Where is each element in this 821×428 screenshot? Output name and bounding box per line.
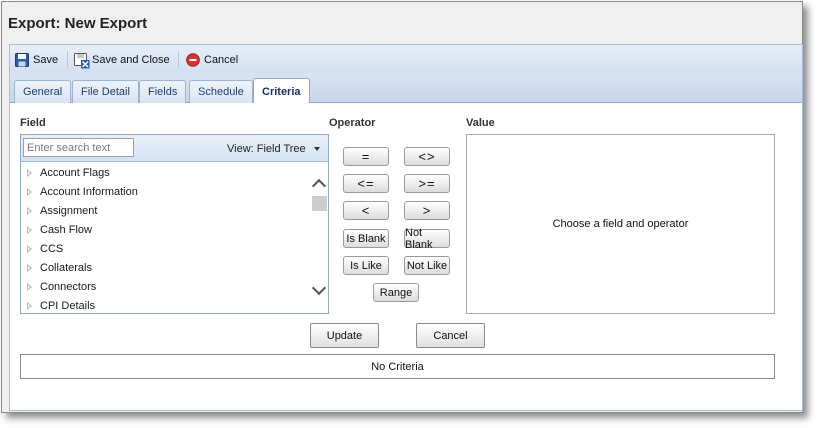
tree-item-collaterals[interactable]: Collaterals [21, 258, 311, 277]
cancel-toolbar-label: Cancel [204, 53, 239, 66]
scroll-up-icon[interactable] [311, 178, 327, 194]
tree-item-assignment[interactable]: Assignment [21, 201, 311, 220]
operator-is-like-button[interactable]: Is Like [343, 256, 389, 275]
cancel-toolbar-button[interactable]: Cancel [186, 51, 238, 68]
tab-general[interactable]: General [14, 80, 72, 103]
expand-triangle-icon[interactable] [27, 225, 32, 234]
tab-schedule[interactable]: Schedule [189, 80, 253, 103]
tree-item-cpi-details[interactable]: CPI Details [21, 296, 311, 313]
tab-criteria[interactable]: Criteria [253, 78, 310, 104]
expand-triangle-icon[interactable] [27, 301, 32, 310]
window-title: Export: New Export [8, 15, 148, 32]
expand-triangle-icon[interactable] [27, 206, 32, 215]
field-tree: Account Flags Account Information Assign… [21, 163, 311, 313]
tree-item-label: Collaterals [40, 261, 92, 274]
field-tree-scrollbar[interactable] [311, 163, 328, 313]
field-heading: Field [20, 117, 46, 129]
expand-triangle-icon[interactable] [27, 168, 32, 177]
scrollbar-thumb[interactable] [312, 196, 327, 211]
tree-item-label: CCS [40, 242, 64, 255]
cancel-button[interactable]: Cancel [416, 323, 485, 348]
save-and-close-button[interactable]: Save and Close [74, 51, 170, 68]
criteria-summary: No Criteria [20, 354, 775, 379]
view-dropdown[interactable]: View: Field Tree [227, 143, 320, 155]
save-close-icon [74, 52, 90, 68]
tree-item-label: Account Flags [40, 166, 110, 179]
criteria-status-text: No Criteria [371, 360, 424, 373]
field-tree-panel: View: Field Tree Account Flags Account I… [20, 134, 329, 314]
chevron-down-icon [313, 147, 320, 151]
tree-item-connectors[interactable]: Connectors [21, 277, 311, 296]
tree-item-label: Connectors [40, 280, 97, 293]
operator-range-button[interactable]: Range [373, 283, 419, 302]
value-placeholder-text: Choose a field and operator [552, 218, 689, 230]
operator-is-blank-button[interactable]: Is Blank [343, 229, 389, 248]
save-and-close-label: Save and Close [92, 53, 170, 66]
operator-not-equal-button[interactable]: <> [404, 147, 450, 166]
value-heading: Value [466, 117, 495, 129]
operator-equals-button[interactable]: = [343, 147, 389, 166]
toolbar-divider [67, 51, 68, 68]
tab-bar: General File Detail Fields Schedule Crit… [9, 73, 803, 104]
view-dropdown-label: View: Field Tree [227, 143, 306, 155]
toolbar-divider [178, 51, 179, 68]
operator-greater-than-button[interactable]: > [404, 201, 450, 220]
export-window: Export: New Export Save Save and Close C… [1, 1, 803, 413]
operator-greater-equal-button[interactable]: >= [404, 174, 450, 193]
tree-item-label: Cash Flow [40, 223, 92, 236]
criteria-panel: Field Operator Value View: Field Tree Ac… [9, 103, 803, 411]
expand-triangle-icon[interactable] [27, 187, 32, 196]
expand-triangle-icon[interactable] [27, 282, 32, 291]
operator-less-equal-button[interactable]: <= [343, 174, 389, 193]
scroll-down-icon[interactable] [311, 280, 327, 296]
tree-item-account-flags[interactable]: Account Flags [21, 163, 311, 182]
tree-item-cash-flow[interactable]: Cash Flow [21, 220, 311, 239]
field-tree-header: View: Field Tree [21, 135, 328, 162]
tree-item-label: Assignment [40, 204, 98, 217]
operator-not-blank-button[interactable]: Not Blank [404, 227, 450, 251]
tree-item-label: Account Information [40, 185, 138, 198]
save-icon [15, 52, 29, 67]
cancel-icon [186, 52, 200, 67]
value-panel[interactable]: Choose a field and operator [466, 134, 775, 314]
update-button[interactable]: Update [310, 323, 379, 348]
tab-fields[interactable]: Fields [139, 80, 187, 103]
operator-not-like-button[interactable]: Not Like [404, 256, 450, 275]
expand-triangle-icon[interactable] [27, 244, 32, 253]
operator-less-than-button[interactable]: < [343, 201, 389, 220]
save-label: Save [33, 53, 59, 66]
save-button[interactable]: Save [15, 51, 58, 68]
tree-item-label: CPI Details [40, 299, 96, 312]
expand-triangle-icon[interactable] [27, 263, 32, 272]
tree-item-ccs[interactable]: CCS [21, 239, 311, 258]
toolbar: Save Save and Close Cancel [9, 44, 803, 73]
tree-item-account-information[interactable]: Account Information [21, 182, 311, 201]
operator-heading: Operator [329, 117, 376, 129]
tab-file-detail[interactable]: File Detail [72, 80, 139, 103]
search-input[interactable] [23, 138, 134, 157]
